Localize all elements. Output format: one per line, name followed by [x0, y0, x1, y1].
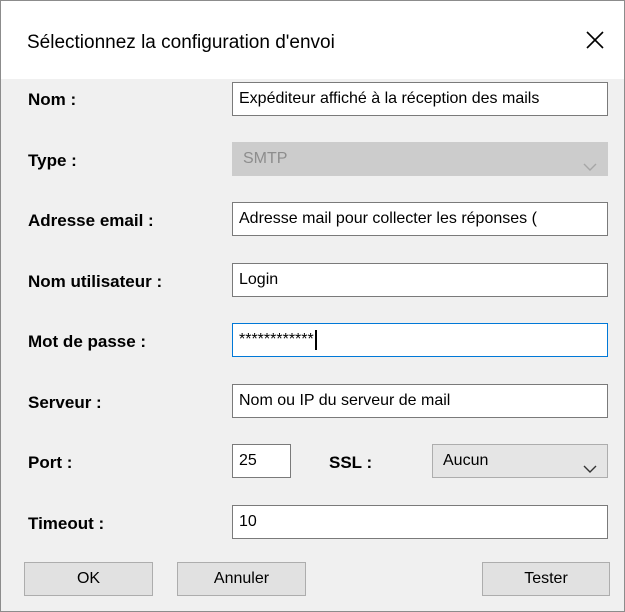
port-field[interactable]: 25 — [232, 444, 291, 478]
username-field[interactable]: Login — [232, 263, 608, 297]
timeout-field[interactable]: 10 — [232, 505, 608, 539]
ok-button[interactable]: OK — [24, 562, 153, 596]
chevron-down-icon — [583, 153, 597, 171]
type-select[interactable]: SMTP — [232, 142, 608, 176]
server-label: Serveur : — [28, 393, 102, 412]
nom-label: Nom : — [28, 90, 77, 109]
title-bar: Sélectionnez la configuration d'envoi — [1, 1, 624, 79]
nom-field[interactable]: Expéditeur affiché à la réception des ma… — [232, 82, 608, 116]
ssl-select[interactable]: Aucun — [432, 444, 608, 478]
type-label: Type : — [28, 151, 77, 170]
text-cursor — [314, 329, 317, 350]
config-dialog: Sélectionnez la configuration d'envoi No… — [0, 0, 625, 612]
username-label: Nom utilisateur : — [28, 272, 163, 291]
password-label: Mot de passe : — [28, 332, 147, 351]
email-label: Adresse email : — [28, 211, 154, 230]
email-field[interactable]: Adresse mail pour collecter les réponses… — [232, 202, 608, 236]
test-button[interactable]: Tester — [482, 562, 610, 596]
close-icon[interactable] — [578, 23, 612, 57]
chevron-down-icon — [583, 455, 597, 473]
type-select-value: SMTP — [243, 150, 288, 167]
cancel-button[interactable]: Annuler — [177, 562, 306, 596]
dialog-title: Sélectionnez la configuration d'envoi — [27, 32, 335, 53]
server-field[interactable]: Nom ou IP du serveur de mail — [232, 384, 608, 418]
password-field[interactable]: ************ — [232, 323, 608, 357]
ssl-select-value: Aucun — [443, 452, 489, 469]
password-value: ************ — [239, 331, 314, 348]
port-label: Port : — [28, 453, 73, 472]
ssl-label: SSL : — [329, 453, 373, 472]
timeout-label: Timeout : — [28, 514, 105, 533]
